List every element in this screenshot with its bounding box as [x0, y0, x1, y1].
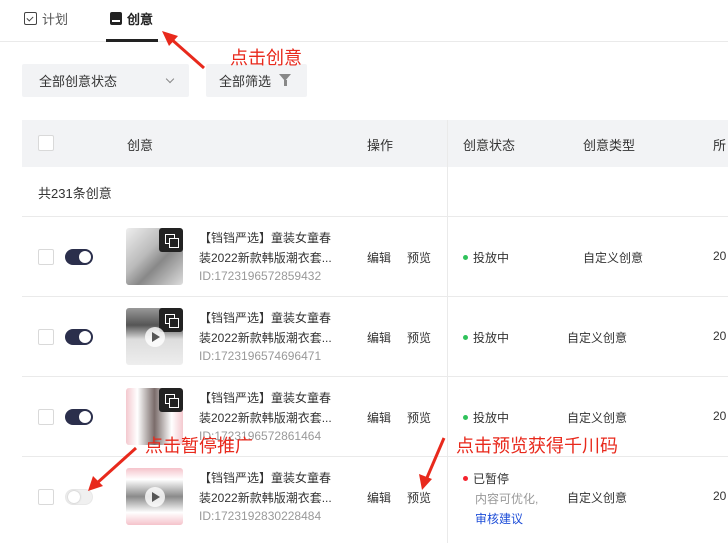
- arrow-head-preview: [419, 474, 432, 490]
- annotation-click-preview: 点击预览获得千川码: [456, 436, 618, 456]
- arrow-to-preview: [424, 437, 446, 481]
- annotation-click-pause: 点击暂停推广: [145, 436, 253, 456]
- annotation-click-creative: 点击创意: [230, 48, 302, 68]
- arrow-to-toggle: [94, 446, 138, 486]
- arrow-to-creative-tab: [169, 36, 205, 70]
- annotation-arrows: [88, 31, 446, 491]
